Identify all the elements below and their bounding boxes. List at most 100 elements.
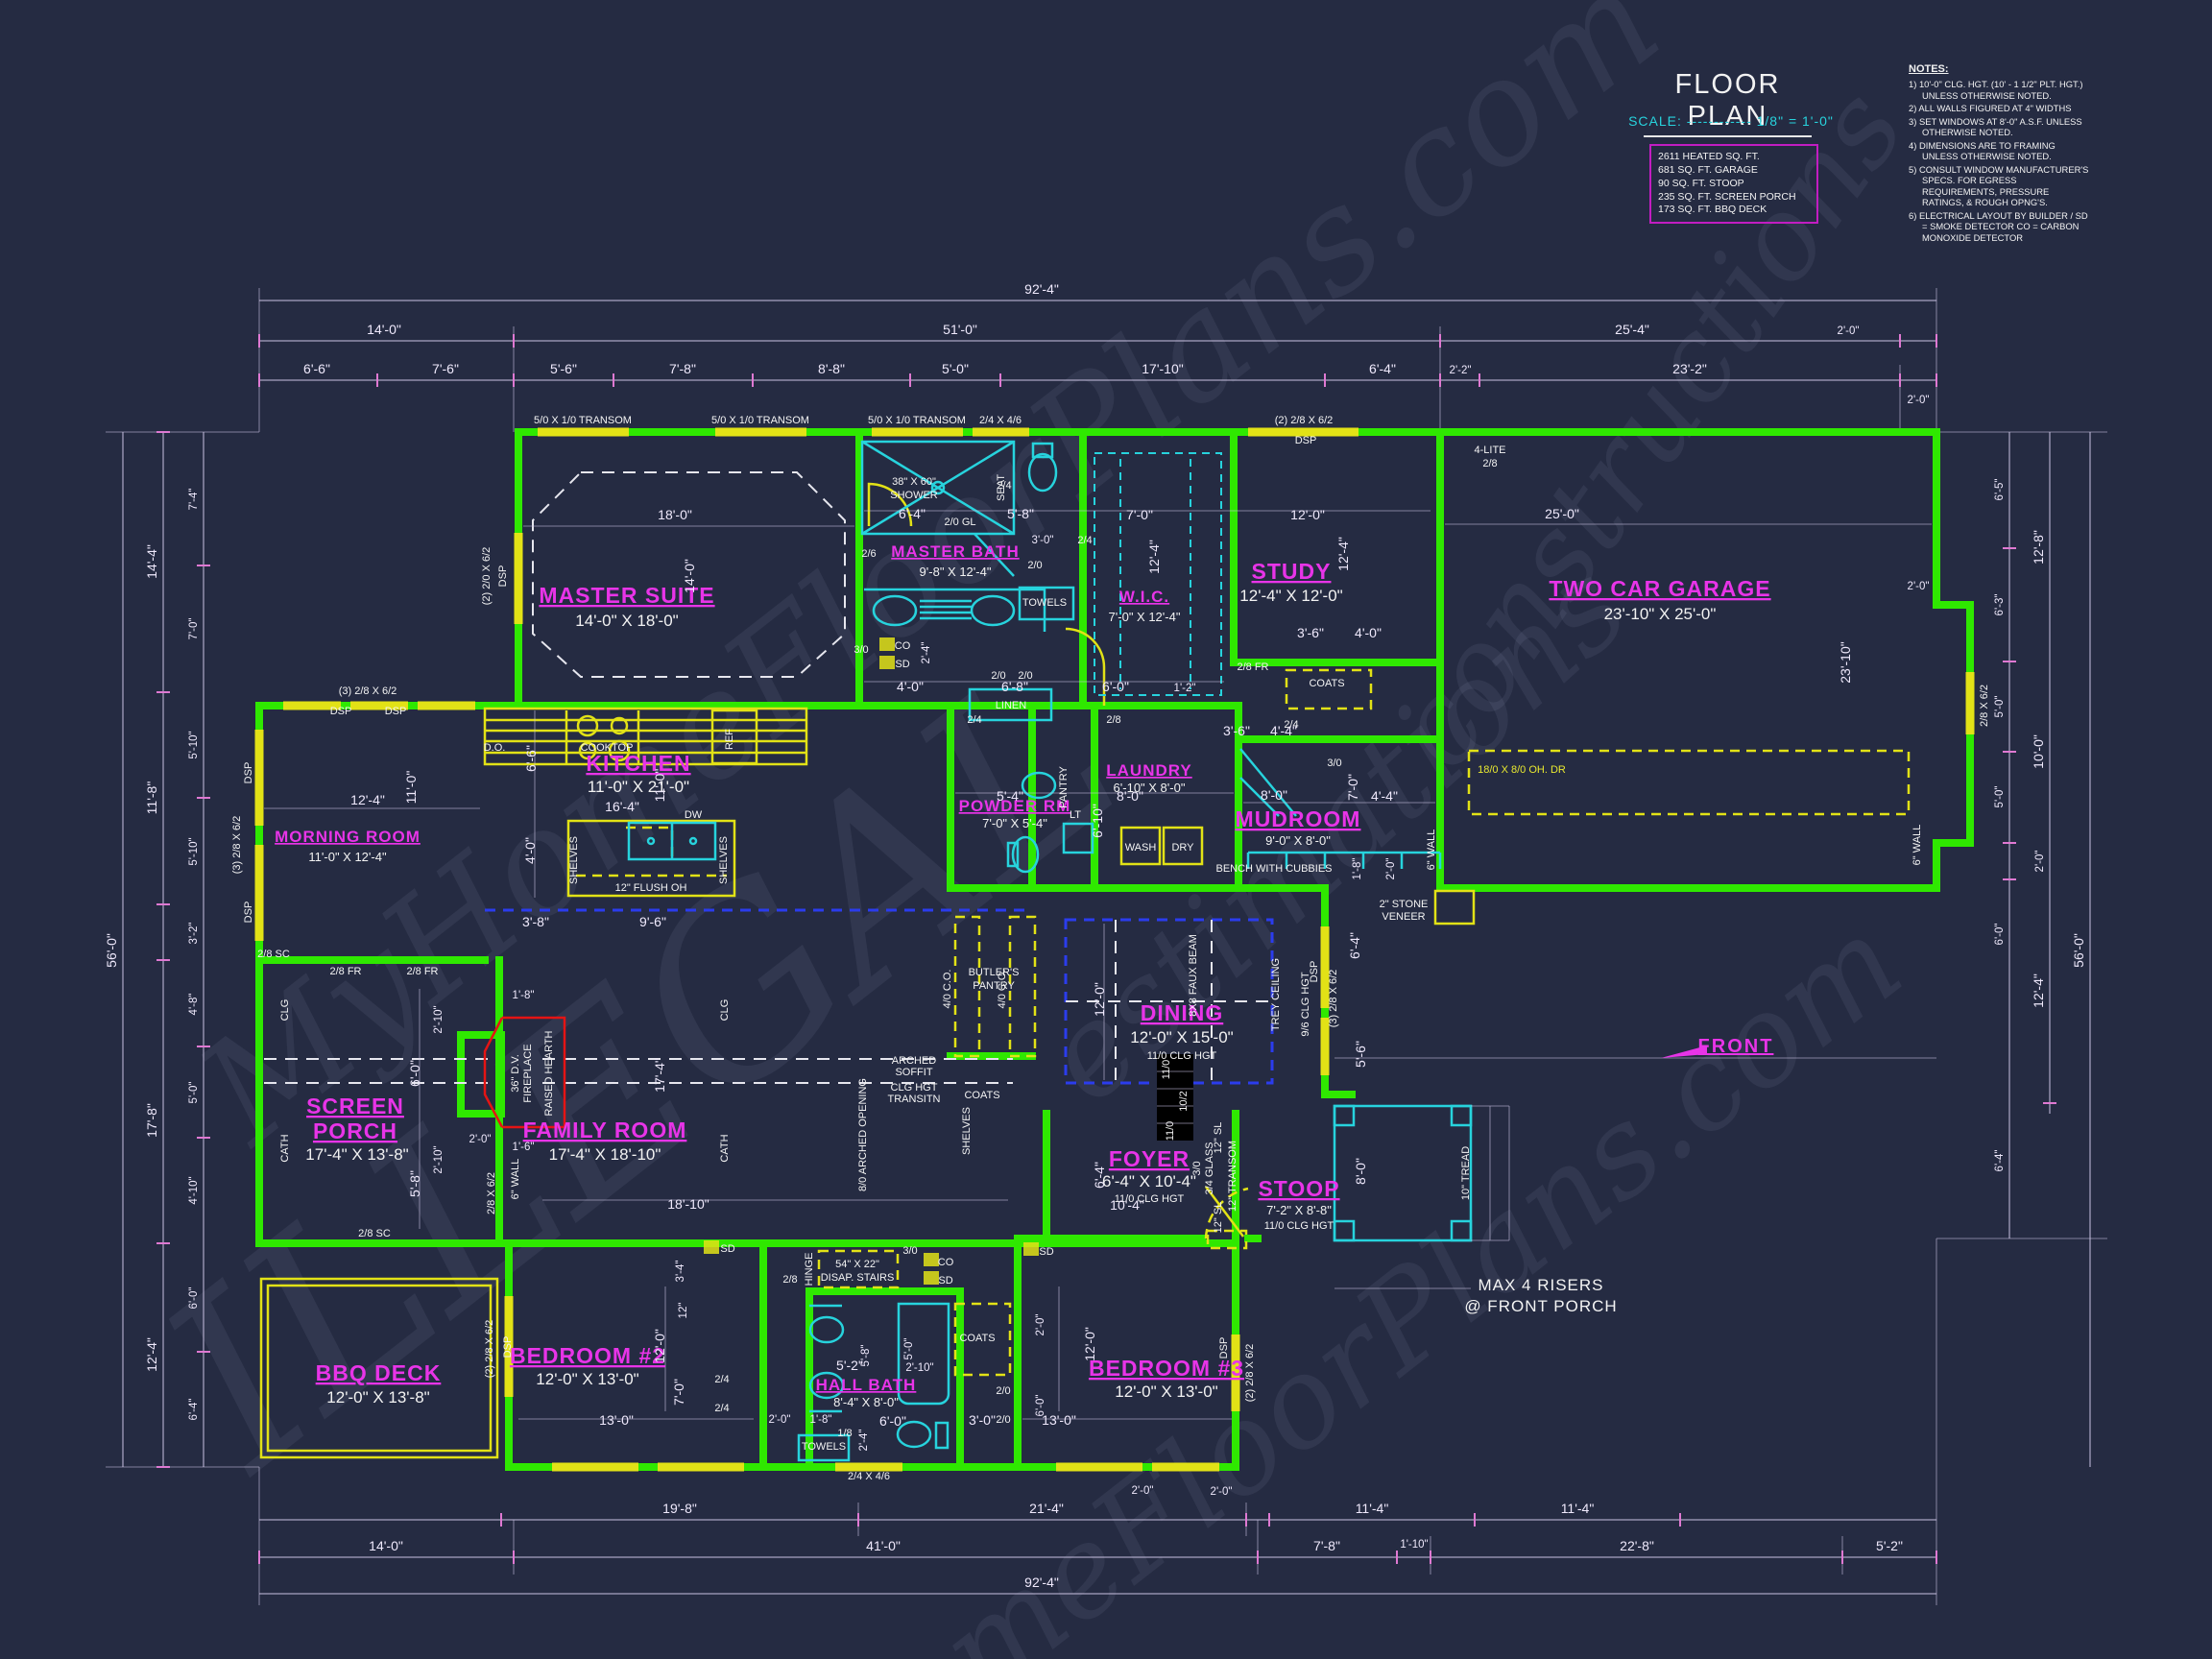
dim-text: 14'-0" — [367, 322, 401, 337]
shelves-tag: SHELVES — [568, 836, 580, 884]
dim-text: 6'-4" — [1369, 361, 1396, 376]
appliance-tag: COOKTOP — [581, 742, 634, 754]
tread-tag: 10" TREAD — [1460, 1146, 1472, 1200]
window-tag: 2/8 X 6/2 — [1979, 685, 1990, 727]
dim-text: 3'-2" — [188, 923, 200, 945]
dim-text: 92'-4" — [1024, 1575, 1059, 1590]
coats-tag: COATS — [959, 1333, 995, 1344]
dim-text: 7'-0" — [671, 1379, 686, 1406]
detector-tag: CO — [895, 640, 911, 652]
dim-text: 1'-6" — [513, 1142, 535, 1153]
window-tag: 5/0 X 1/0 TRANSOM — [868, 415, 966, 426]
room-dims: 7'-0" X 5'-4" — [982, 816, 1047, 830]
window-tag: (3) 2/8 X 6/2 — [339, 685, 397, 697]
room-label-bedroom-2: BEDROOM #2 — [510, 1343, 665, 1368]
door-tag: 2/8 — [782, 1274, 797, 1286]
dim-text: 5'-4" — [997, 788, 1023, 804]
hinge-tag: HINGE — [804, 1253, 815, 1286]
dim-text: 2'-0" — [2034, 851, 2046, 873]
area-line: 173 SQ. FT. BBQ DECK — [1658, 204, 1810, 217]
dim-text: 5'-10" — [188, 837, 200, 865]
coats-tag: COATS — [1309, 678, 1344, 689]
dim-text: 5'-0" — [903, 1338, 915, 1360]
room-dims: 17'-4" X 18'-10" — [549, 1145, 661, 1164]
door-tag: 1/8 — [837, 1428, 852, 1439]
note-item: 3) SET WINDOWS AT 8'-0" A.S.F. UNLESS OT… — [1909, 116, 2093, 138]
sheet-scale: SCALE: ------------ 1/8" = 1'-0" — [1601, 113, 1861, 129]
wall-tag: 6" WALL — [1911, 825, 1923, 866]
room-label-morning-room: MORNING ROOM — [275, 828, 421, 846]
door-tag: 2/8 FR — [329, 966, 361, 977]
room-label-foyer: FOYER — [1109, 1146, 1190, 1171]
dim-text: 6'-4" — [1994, 1150, 2006, 1172]
door-tag: 2/0 — [996, 1414, 1010, 1426]
dim-text: 6'-0" — [407, 1060, 422, 1087]
dim-text: 3'-0" — [969, 1412, 996, 1428]
dim-text: 16'-4" — [605, 799, 639, 814]
notes-block: NOTES: 1) 10'-0" CLG. HGT. (10' - 1 1/2"… — [1909, 63, 2093, 245]
dim-text: 6'-4" — [1347, 932, 1362, 959]
door-tag: 2/6 — [861, 548, 876, 560]
door-tag: 4-LITE — [1474, 445, 1505, 456]
dim-text: 5'-0" — [942, 361, 969, 376]
dim-text: 6'-0" — [1994, 924, 2006, 946]
dim-text: 17'-4" — [652, 1058, 667, 1093]
dim-text: 4'-10" — [188, 1176, 200, 1204]
dim-text: 4'-0" — [522, 837, 538, 864]
door-tag: 2/0 GL — [944, 517, 975, 528]
dim-text: 9'-6" — [639, 914, 666, 929]
door-tag: 2/4 — [967, 714, 981, 726]
door-tag: 2/4 — [714, 1403, 729, 1414]
room-label-hall-bath: HALL BATH — [816, 1376, 917, 1394]
room-label-stoop: STOOP — [1258, 1176, 1339, 1201]
dim-text: 4'-0" — [1355, 625, 1382, 640]
window-tag: (2) 2/8 X 6/2 — [484, 1320, 495, 1379]
towels-tag: TOWELS — [1022, 597, 1067, 609]
dim-text: 11'-4" — [1561, 1501, 1595, 1516]
stair-tag: 11/0 — [1161, 1060, 1172, 1080]
door-tag: 3/0 — [854, 644, 868, 656]
door-tag: 2/4 — [714, 1374, 729, 1385]
fireplace-tag: 36" D.V. — [510, 1054, 521, 1093]
bench-tag: BENCH WITH CUBBIES — [1215, 863, 1332, 875]
dim-text: 12'-0" — [1082, 1327, 1097, 1361]
dim-text: 3'-8" — [522, 914, 549, 929]
butlers-pantry-tag: BUTLER'S — [969, 967, 1020, 978]
dim-text: 1'-8" — [513, 990, 535, 1001]
door-tag: 2/8 FR — [1237, 661, 1268, 673]
dim-text: 12'-0" — [1092, 982, 1107, 1017]
floor-plan-drawing: MyHomeFloorPlans.com ILLEGAL constructio… — [0, 0, 2212, 1659]
dim-text: 5'-0" — [1994, 786, 2006, 808]
window-tag: 2/4 X 4/6 — [979, 415, 1022, 426]
shelves-tag: SHELVES — [718, 836, 730, 884]
note-item: 4) DIMENSIONS ARE TO FRAMING UNLESS OTHE… — [1909, 140, 2093, 162]
transom-tag: 12" TRANSOM — [1227, 1141, 1238, 1212]
ceiling-note: 9/6 CLG HGT — [1300, 972, 1311, 1037]
door-tag: 2/4 — [997, 480, 1011, 492]
dim-text: 8'-0" — [1353, 1158, 1368, 1185]
dim-text: 5'-10" — [188, 731, 200, 758]
dim-text: 2'-0" — [1211, 1486, 1233, 1498]
room-dims: 14'-0" X 18'-0" — [575, 612, 678, 630]
dim-text: 6'-10" — [1090, 804, 1105, 838]
dim-text: 14'-0" — [682, 559, 697, 593]
dim-text: 4'-8" — [188, 994, 200, 1016]
dim-text: 6'-0" — [188, 1287, 200, 1310]
door-tag: 2/4 — [1077, 535, 1092, 546]
trey-tag: TREY CEILING — [1270, 958, 1282, 1031]
door-tag: 3/0 — [902, 1245, 917, 1257]
shower-tag: 38" X 60" — [892, 476, 936, 488]
room-dims: 11'-0" X 12'-4" — [308, 850, 387, 864]
stone-tag: VENEER — [1382, 911, 1425, 923]
dim-text: 2'-10" — [905, 1362, 933, 1374]
butlers-pantry-tag: PANTRY — [973, 980, 1015, 992]
dim-text: 25'-0" — [1545, 506, 1579, 521]
window-tag: 5/0 X 1/0 TRANSOM — [711, 415, 809, 426]
ceiling-arrow-tag: CLG — [719, 999, 731, 1022]
wall-tag: 6" WALL — [510, 1159, 521, 1200]
dim-text: 12'-4" — [2031, 974, 2046, 1008]
square-footage-box: 2611 HEATED SQ. FT. 681 SQ. FT. GARAGE 9… — [1649, 144, 1818, 224]
dim-text: 51'-0" — [943, 322, 977, 337]
towels-tag: TOWELS — [802, 1441, 846, 1453]
dim-text: 2'-0" — [469, 1134, 492, 1145]
